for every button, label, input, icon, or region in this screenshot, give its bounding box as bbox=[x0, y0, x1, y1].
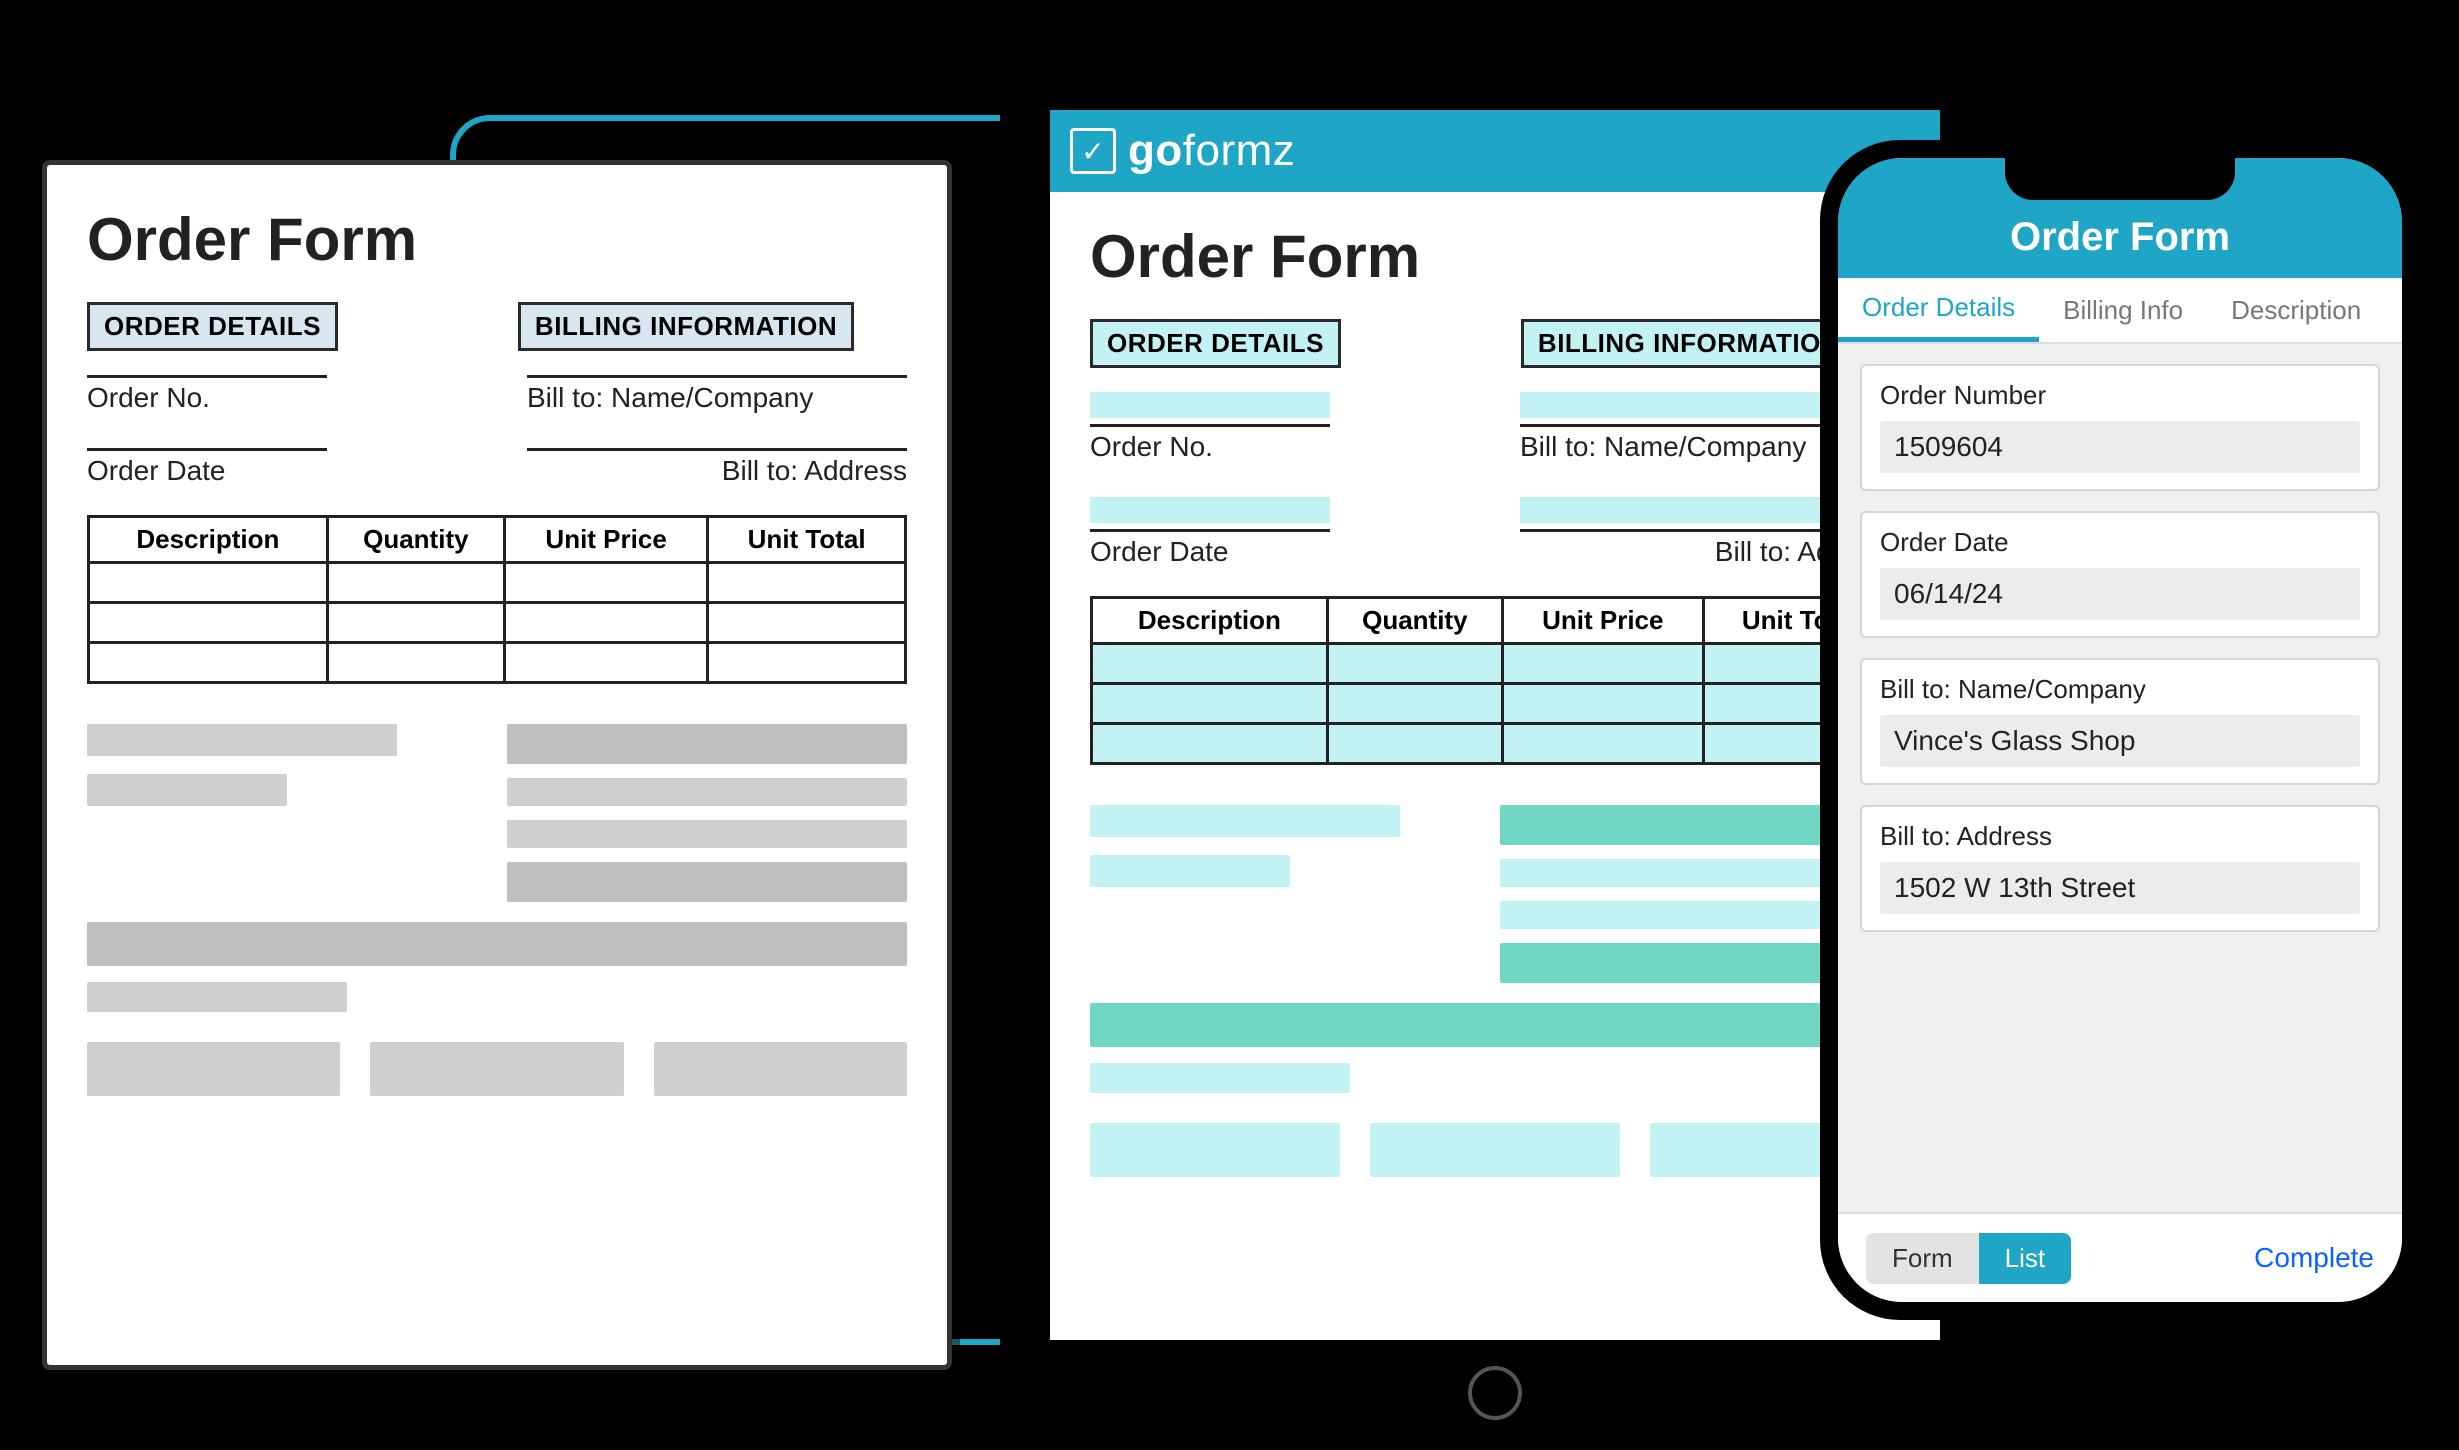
goformz-logo-icon: ✓ bbox=[1070, 128, 1116, 174]
phone-notch bbox=[2005, 158, 2235, 200]
input-order-date[interactable] bbox=[1090, 497, 1330, 523]
field-label: Bill to: Name/Company bbox=[1880, 674, 2360, 705]
field-order-number[interactable]: Order Number 1509604 bbox=[1860, 364, 2380, 491]
th-description: Description bbox=[1092, 598, 1328, 644]
placeholder bbox=[87, 774, 287, 806]
th-unit-price: Unit Price bbox=[504, 517, 707, 563]
field-order-no: Order No. bbox=[1090, 424, 1330, 463]
placeholder bbox=[507, 724, 907, 764]
placeholder bbox=[507, 820, 907, 848]
table-row[interactable] bbox=[1092, 684, 1899, 724]
table-row[interactable] bbox=[1092, 724, 1899, 764]
field-order-date[interactable]: Order Date 06/14/24 bbox=[1860, 511, 2380, 638]
placeholder bbox=[507, 778, 907, 806]
tab-billing-info[interactable]: Billing Info bbox=[2039, 278, 2207, 342]
section-order-details[interactable]: ORDER DETAILS bbox=[1090, 319, 1341, 368]
view-segmented-control: Form List bbox=[1866, 1233, 2071, 1284]
tablet-screen: ✓ goformz Order Form ORDER DETAILS BILLI… bbox=[1050, 110, 1940, 1340]
th-unit-price: Unit Price bbox=[1502, 598, 1703, 644]
placeholder bbox=[87, 724, 397, 756]
placeholder bbox=[370, 1042, 623, 1096]
section-billing-info[interactable]: BILLING INFORMATION bbox=[1521, 319, 1857, 368]
tablet-home-button[interactable] bbox=[1468, 1366, 1522, 1420]
placeholder bbox=[1090, 1003, 1900, 1047]
field-order-date: Order Date bbox=[87, 448, 327, 487]
tablet-app-header: ✓ goformz bbox=[1050, 110, 1940, 192]
phone-device: Order Form Order Details Billing Info De… bbox=[1820, 140, 2420, 1320]
goformz-logo-text: goformz bbox=[1128, 126, 1295, 176]
seg-form[interactable]: Form bbox=[1866, 1233, 1979, 1284]
section-billing-info: BILLING INFORMATION bbox=[518, 302, 854, 351]
th-quantity: Quantity bbox=[327, 517, 504, 563]
phone-footer: Form List Complete bbox=[1838, 1212, 2402, 1302]
field-bill-name: Bill to: Name/Company bbox=[527, 375, 907, 414]
field-bill-name[interactable]: Bill to: Name/Company Vince's Glass Shop bbox=[1860, 658, 2380, 785]
tab-order-details[interactable]: Order Details bbox=[1838, 278, 2039, 342]
order-table[interactable]: Description Quantity Unit Price Unit Tot… bbox=[1090, 596, 1900, 765]
field-label: Bill to: Address bbox=[1880, 821, 2360, 852]
field-bill-address: Bill to: Address bbox=[527, 448, 907, 487]
table-row bbox=[89, 563, 906, 603]
order-table: Description Quantity Unit Price Unit Tot… bbox=[87, 515, 907, 684]
table-row bbox=[89, 603, 906, 643]
field-value[interactable]: 1502 W 13th Street bbox=[1880, 862, 2360, 914]
field-label: Order Date bbox=[1880, 527, 2360, 558]
section-order-details: ORDER DETAILS bbox=[87, 302, 338, 351]
th-quantity: Quantity bbox=[1327, 598, 1502, 644]
field-order-no: Order No. bbox=[87, 375, 327, 414]
field-bill-address[interactable]: Bill to: Address 1502 W 13th Street bbox=[1860, 805, 2380, 932]
placeholder bbox=[1090, 1063, 1350, 1093]
field-order-date: Order Date bbox=[1090, 529, 1330, 568]
th-unit-total: Unit Total bbox=[708, 517, 906, 563]
input-order-no[interactable] bbox=[1090, 392, 1330, 418]
phone-screen: Order Form Order Details Billing Info De… bbox=[1838, 158, 2402, 1302]
placeholder bbox=[507, 862, 907, 902]
phone-tabs: Order Details Billing Info Description bbox=[1838, 278, 2402, 344]
form-title: Order Form bbox=[1090, 222, 1900, 291]
field-value[interactable]: 06/14/24 bbox=[1880, 568, 2360, 620]
field-value[interactable]: Vince's Glass Shop bbox=[1880, 715, 2360, 767]
placeholder bbox=[654, 1042, 907, 1096]
table-row bbox=[89, 643, 906, 683]
placeholder bbox=[87, 922, 907, 966]
placeholder bbox=[1090, 805, 1400, 837]
placeholder bbox=[1090, 1123, 1340, 1177]
placeholder bbox=[87, 1042, 340, 1096]
placeholder bbox=[1370, 1123, 1620, 1177]
placeholder bbox=[1090, 855, 1290, 887]
placeholder bbox=[87, 982, 347, 1012]
table-row[interactable] bbox=[1092, 644, 1899, 684]
form-title: Order Form bbox=[87, 205, 907, 274]
paper-form: Order Form ORDER DETAILS BILLING INFORMA… bbox=[42, 160, 952, 1370]
field-label: Order Number bbox=[1880, 380, 2360, 411]
th-description: Description bbox=[89, 517, 328, 563]
seg-list[interactable]: List bbox=[1979, 1233, 2071, 1284]
tab-description[interactable]: Description bbox=[2207, 278, 2385, 342]
field-value[interactable]: 1509604 bbox=[1880, 421, 2360, 473]
complete-button[interactable]: Complete bbox=[2254, 1242, 2374, 1274]
